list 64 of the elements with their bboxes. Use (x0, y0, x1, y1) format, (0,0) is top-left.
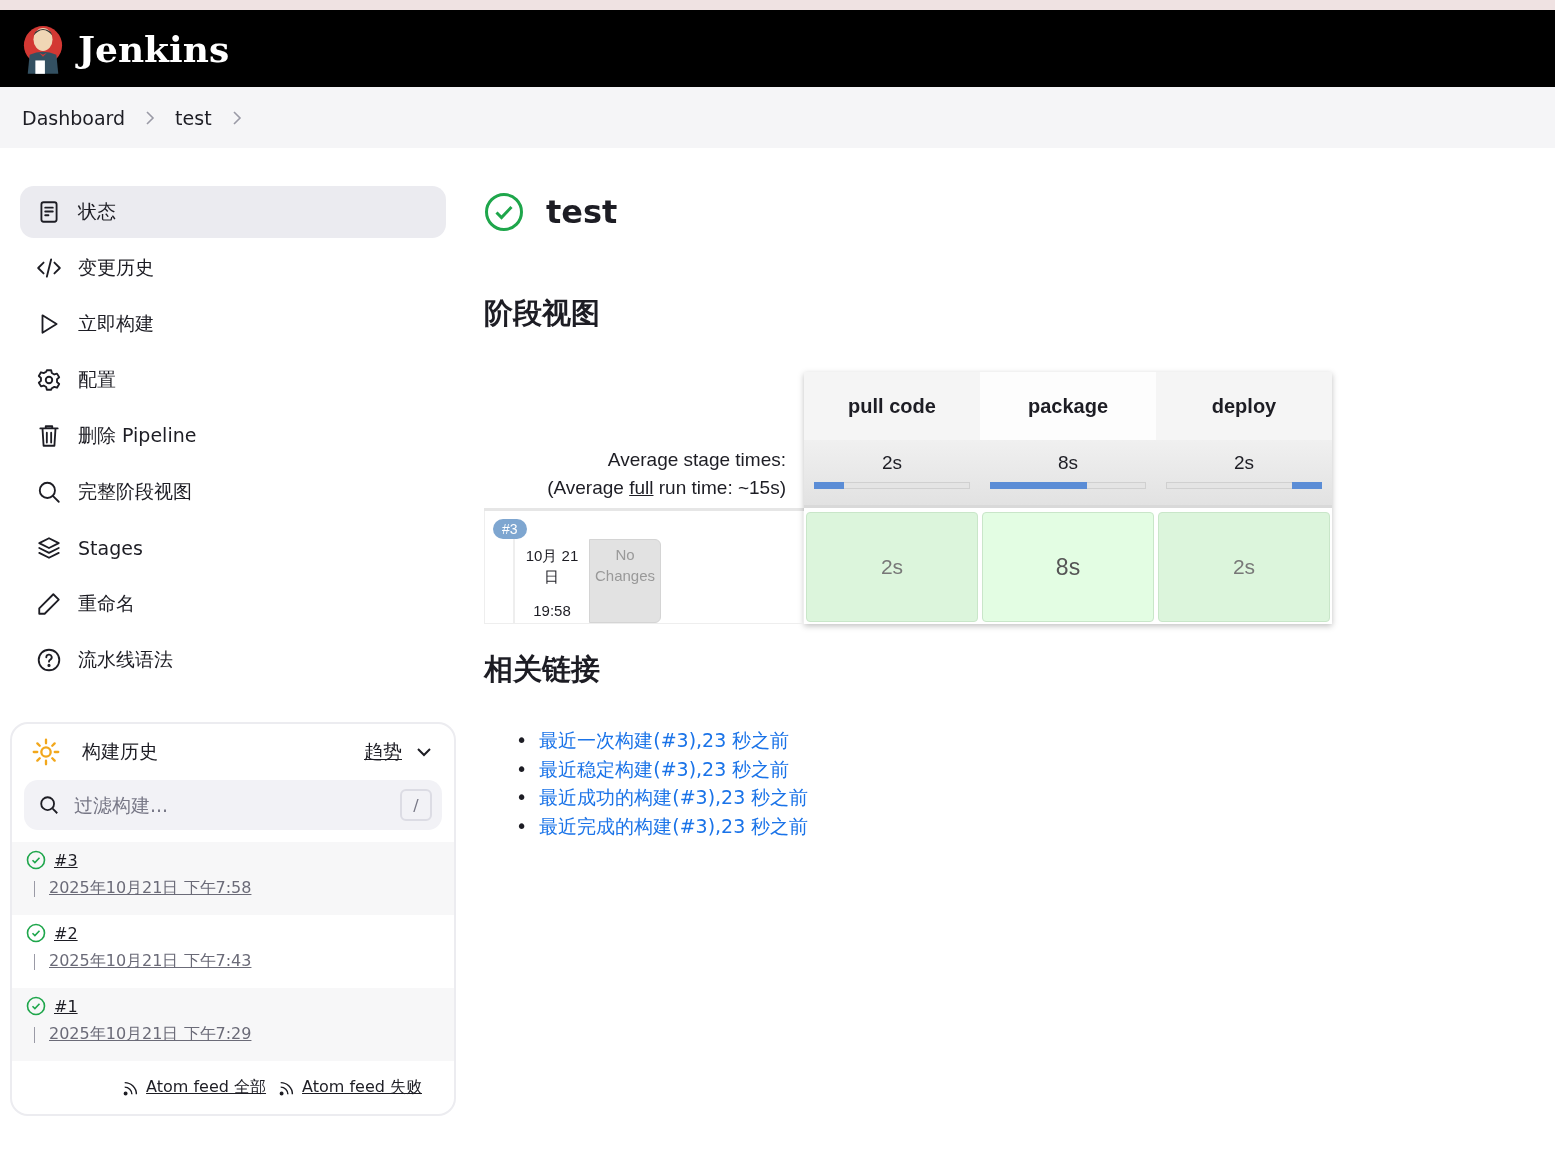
stage-header: deploy (1156, 372, 1332, 440)
build-number-link[interactable]: #3 (54, 850, 78, 870)
full-link[interactable]: full (629, 477, 654, 498)
related-link[interactable]: 最近一次构建(#3),23 秒之前 (539, 726, 790, 755)
average-run-label: (Average full run time: ~15s) (547, 476, 786, 500)
chevron-right-icon[interactable] (145, 109, 156, 126)
filter-field[interactable]: 过滤构建... (72, 793, 388, 817)
sidebar-item[interactable]: Stages (20, 522, 446, 574)
sidebar-item[interactable]: 删除 Pipeline (20, 410, 446, 462)
stage-cell[interactable]: 2s (806, 512, 978, 622)
average-time-text: 8s (1057, 452, 1079, 474)
build-history-title: 构建历史 (82, 739, 159, 764)
sidebar-item[interactable]: 状态 (20, 186, 446, 238)
success-icon (26, 996, 46, 1016)
average-time-text: 2s (881, 452, 903, 474)
sidebar-item[interactable]: 流水线语法 (20, 634, 446, 686)
sidebar-item[interactable]: 立即构建 (20, 298, 446, 350)
related-link[interactable]: 最近完成的构建(#3),23 秒之前 (539, 811, 809, 840)
build-number-link[interactable]: #1 (54, 996, 78, 1016)
trend-link[interactable]: 趋势 (364, 739, 402, 765)
changes-box: No Changes (589, 539, 661, 623)
project-title: test (546, 193, 618, 231)
sidebar-item[interactable]: 完整阶段视图 (20, 466, 446, 518)
bullet: • (516, 756, 528, 782)
sidebar-item[interactable]: 配置 (20, 354, 446, 406)
help-icon (36, 647, 62, 673)
success-icon (26, 850, 46, 870)
stage-cell[interactable]: 2s (1158, 512, 1330, 622)
atom-feed-link[interactable]: Atom feed 全部 (122, 1077, 267, 1098)
run-date-text: 10月 21 日 (525, 546, 579, 587)
success-icon (26, 923, 46, 943)
build-time-link[interactable]: 2025年10月21日 下午7:43 (49, 951, 252, 972)
average-time-text: 2s (1233, 452, 1255, 474)
bullet: • (516, 813, 528, 839)
trash-icon (36, 423, 62, 449)
stage-header: pull code (804, 372, 980, 440)
layers-icon (36, 535, 62, 561)
breadcrumb-link[interactable]: test (175, 106, 212, 129)
breadcrumb-link[interactable]: Dashboard (22, 106, 126, 129)
pencil-icon (36, 591, 62, 617)
related-link[interactable]: 最近成功的构建(#3),23 秒之前 (539, 783, 809, 812)
build-time-link[interactable]: 2025年10月21日 下午7:58 (49, 878, 252, 899)
average-stage-label: Average stage times: (607, 448, 786, 472)
settings-icon (36, 367, 62, 393)
atom-feed-link[interactable]: Atom feed 失败 (278, 1077, 422, 1098)
success-icon (484, 192, 524, 232)
sidebar-item[interactable]: 重命名 (20, 578, 446, 630)
build-number-link[interactable]: #2 (54, 923, 78, 943)
bullet: • (516, 785, 528, 810)
run-time-text: 19:58 (533, 602, 571, 619)
search-icon (38, 794, 60, 816)
chevron-down-icon[interactable] (416, 747, 432, 757)
shortcut-key: / (400, 789, 432, 821)
bullet: • (516, 728, 528, 753)
related-link[interactable]: 最近稳定构建(#3),23 秒之前 (539, 754, 790, 783)
section-heading: 阶段视图 (484, 295, 601, 332)
sun-icon (32, 738, 60, 766)
sidebar-item[interactable]: 变更历史 (20, 242, 446, 294)
search-box[interactable]: 过滤构建... / (24, 780, 442, 830)
stage-cell[interactable]: 8s (982, 512, 1154, 622)
section-heading: 相关链接 (484, 651, 601, 688)
chevron-right-icon[interactable] (231, 109, 242, 126)
search-icon (36, 479, 62, 505)
build-time-link[interactable]: 2025年10月21日 下午7:29 (49, 1024, 252, 1045)
